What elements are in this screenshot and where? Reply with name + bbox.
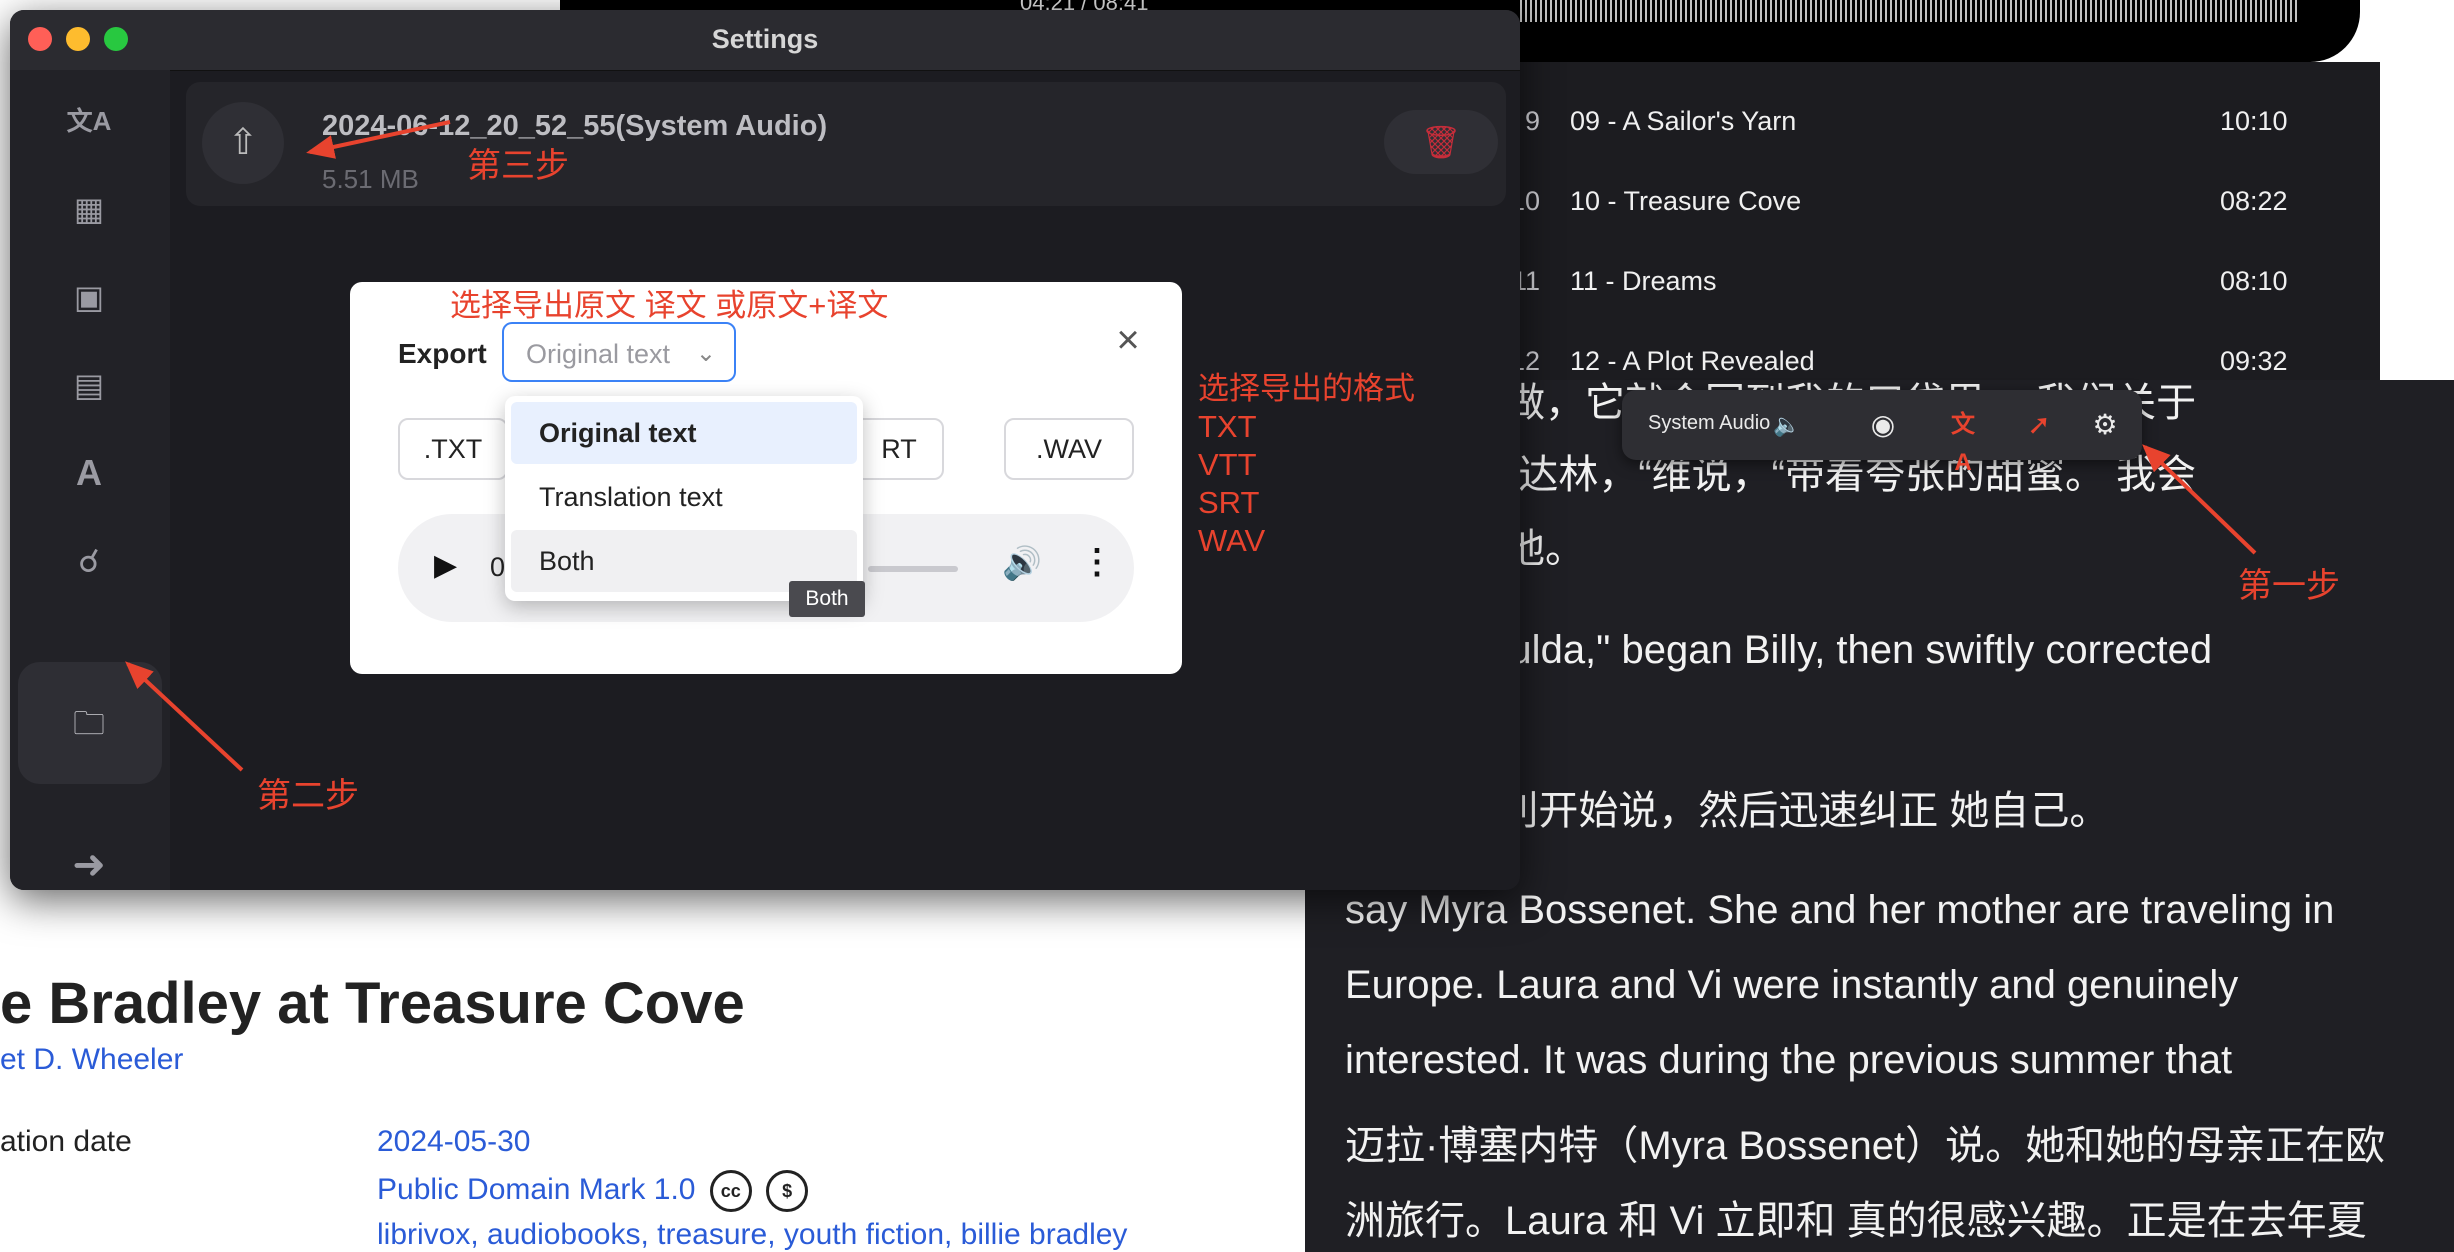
arrow-step2 <box>125 661 244 772</box>
annotation-arrows <box>125 120 2257 772</box>
arrow-step3 <box>306 120 451 159</box>
arrow-step1 <box>2142 444 2257 555</box>
